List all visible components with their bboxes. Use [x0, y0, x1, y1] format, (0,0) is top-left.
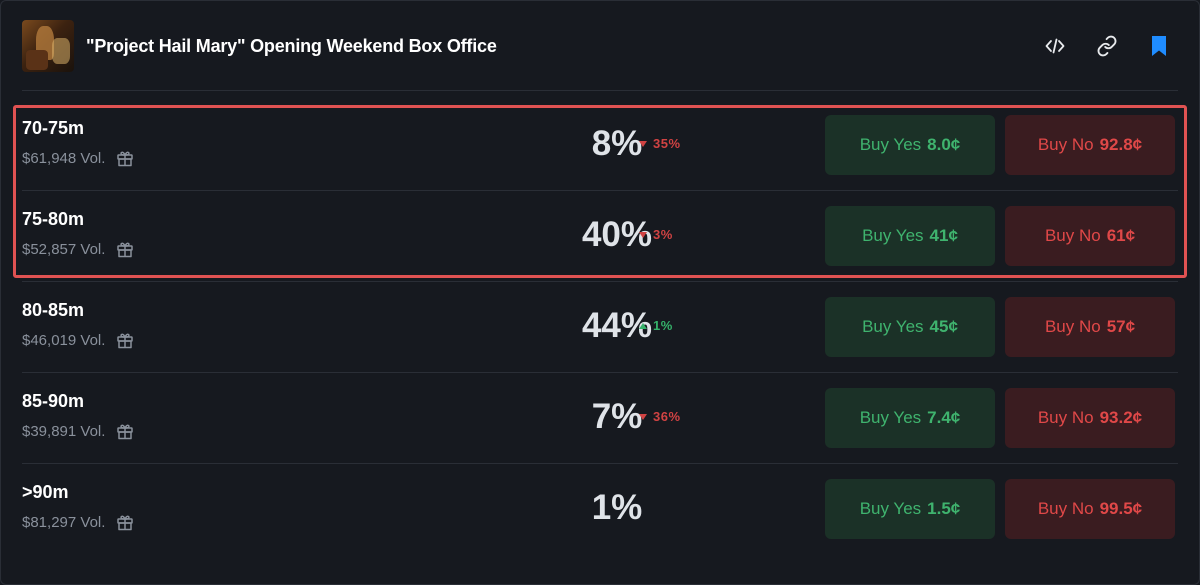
header-divider: [22, 90, 1178, 91]
change-value: 36%: [653, 409, 681, 424]
outcome-volume: $52,857 Vol.: [22, 240, 106, 258]
bookmark-icon[interactable]: [1148, 35, 1170, 57]
buy-no-button[interactable]: Buy No 61¢: [1005, 206, 1175, 266]
market-thumbnail: [22, 20, 74, 72]
buy-no-button[interactable]: Buy No 92.8¢: [1005, 115, 1175, 175]
outcome-row[interactable]: 75-80m $52,857 Vol. 40% 3% Buy Yes 41¢ B…: [22, 191, 1178, 282]
buy-no-button[interactable]: Buy No 99.5¢: [1005, 479, 1175, 539]
gift-icon[interactable]: [115, 239, 135, 259]
outcome-probability: 1%: [591, 488, 643, 527]
buy-yes-price: 7.4¢: [927, 408, 961, 427]
outcome-label: 85-90m: [22, 391, 85, 411]
buy-yes-button[interactable]: Buy Yes 1.5¢: [825, 479, 995, 539]
buy-no-label: Buy No: [1037, 408, 1094, 427]
arrow-up-icon: [639, 322, 647, 329]
buy-no-label: Buy No: [1037, 135, 1094, 154]
gift-icon[interactable]: [115, 512, 135, 532]
header-actions: [1044, 35, 1178, 57]
buy-yes-price: 8.0¢: [927, 135, 961, 154]
gift-icon[interactable]: [115, 421, 135, 441]
buy-no-label: Buy No: [1044, 226, 1101, 245]
buy-no-button[interactable]: Buy No 57¢: [1005, 297, 1175, 357]
arrow-down-icon: [639, 231, 647, 238]
buy-yes-label: Buy Yes: [862, 317, 924, 336]
outcome-volume: $46,019 Vol.: [22, 331, 106, 349]
link-icon[interactable]: [1096, 35, 1118, 57]
outcome-row[interactable]: 85-90m $39,891 Vol. 7% 36% Buy Yes 7.4¢ …: [22, 373, 1178, 464]
probability-change: 3%: [638, 227, 673, 242]
gift-icon[interactable]: [115, 330, 135, 350]
buy-no-price: 99.5¢: [1099, 499, 1143, 518]
buy-yes-label: Buy Yes: [862, 226, 924, 245]
buy-yes-label: Buy Yes: [859, 499, 922, 518]
buy-yes-price: 45¢: [929, 317, 958, 336]
buy-no-price: 61¢: [1106, 226, 1136, 245]
buy-yes-button[interactable]: Buy Yes 8.0¢: [825, 115, 995, 175]
change-value: 35%: [653, 136, 681, 151]
buy-yes-button[interactable]: Buy Yes 45¢: [825, 297, 995, 357]
buy-yes-price: 1.5¢: [927, 499, 961, 518]
gift-icon[interactable]: [115, 148, 135, 168]
buy-no-label: Buy No: [1037, 499, 1094, 518]
arrow-down-icon: [639, 140, 647, 147]
probability-change: 36%: [638, 409, 681, 424]
buy-no-label: Buy No: [1044, 317, 1101, 336]
outcome-list: 70-75m $61,948 Vol. 8% 35% Buy Yes 8.0¢ …: [22, 100, 1178, 555]
buy-yes-label: Buy Yes: [859, 408, 922, 427]
outcome-row[interactable]: 80-85m $46,019 Vol. 44% 1% Buy Yes 45¢ B…: [22, 282, 1178, 373]
buy-yes-price: 41¢: [929, 226, 958, 245]
change-value: 1%: [653, 318, 673, 333]
code-icon[interactable]: [1044, 35, 1066, 57]
buy-yes-label: Buy Yes: [859, 135, 922, 154]
outcome-row[interactable]: 70-75m $61,948 Vol. 8% 35% Buy Yes 8.0¢ …: [22, 100, 1178, 191]
market-header: "Project Hail Mary" Opening Weekend Box …: [22, 20, 1178, 72]
probability-change: 35%: [638, 136, 681, 151]
probability-change: 1%: [638, 318, 673, 333]
outcome-row[interactable]: >90m $81,297 Vol. 1% Buy Yes 1.5¢ Buy No…: [22, 464, 1178, 555]
outcome-volume: $61,948 Vol.: [22, 149, 106, 167]
buy-yes-button[interactable]: Buy Yes 41¢: [825, 206, 995, 266]
buy-yes-button[interactable]: Buy Yes 7.4¢: [825, 388, 995, 448]
market-title: "Project Hail Mary" Opening Weekend Box …: [86, 35, 497, 56]
outcome-label: >90m: [22, 482, 69, 502]
outcome-label: 75-80m: [22, 209, 85, 229]
buy-no-price: 92.8¢: [1099, 135, 1143, 154]
outcome-label: 80-85m: [22, 300, 85, 320]
buy-no-price: 57¢: [1106, 317, 1136, 336]
buy-no-price: 93.2¢: [1099, 408, 1143, 427]
outcome-label: 70-75m: [22, 118, 85, 138]
arrow-down-icon: [639, 413, 647, 420]
buy-no-button[interactable]: Buy No 93.2¢: [1005, 388, 1175, 448]
outcome-volume: $39,891 Vol.: [22, 422, 106, 440]
change-value: 3%: [653, 227, 673, 242]
outcome-volume: $81,297 Vol.: [22, 513, 106, 531]
